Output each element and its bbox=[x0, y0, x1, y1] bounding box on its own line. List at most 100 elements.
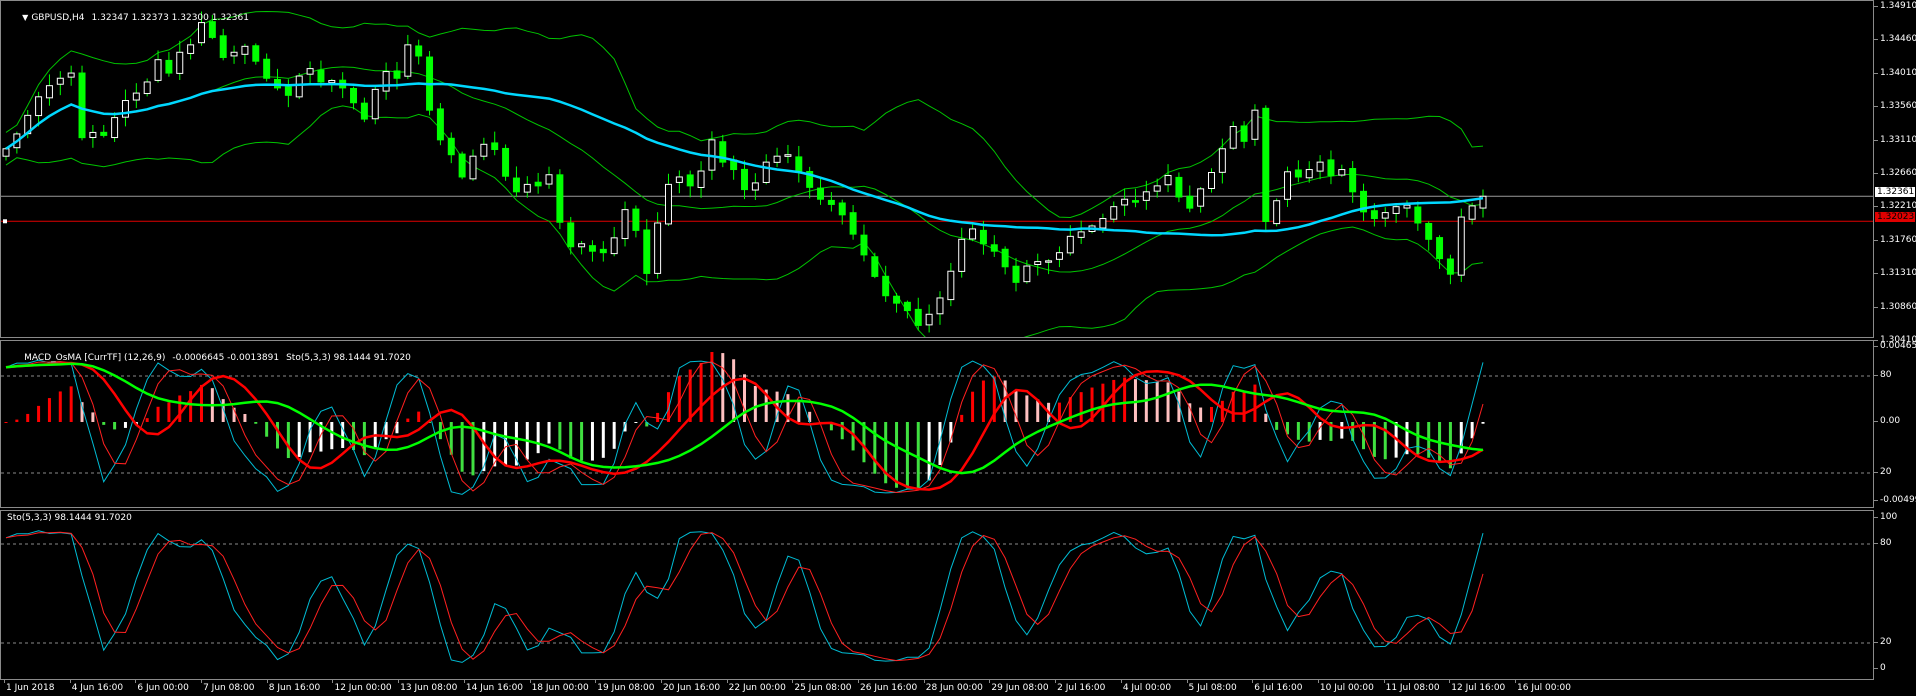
price-scale-tick bbox=[1874, 306, 1878, 308]
time-axis-tick bbox=[923, 680, 925, 683]
price-scale-tick bbox=[1874, 273, 1878, 275]
macd-scale[interactable]: 0.004650 80 0.00 20 -0.004992 bbox=[1874, 340, 1916, 508]
candle-body bbox=[328, 79, 336, 84]
osma-histogram-bar bbox=[26, 413, 30, 422]
time-axis-label: 22 Jun 00:00 bbox=[728, 683, 786, 693]
macd-scale-top: 0.004650 bbox=[1880, 341, 1916, 351]
osma-histogram-bar bbox=[102, 422, 106, 425]
time-axis-tick bbox=[858, 680, 860, 683]
candle-body bbox=[784, 154, 792, 157]
osma-histogram-bar bbox=[981, 380, 985, 422]
candle-body bbox=[936, 297, 944, 315]
stochastic-canvas[interactable] bbox=[1, 511, 1873, 679]
candle-body bbox=[360, 102, 368, 120]
osma-histogram-bar bbox=[1209, 406, 1213, 422]
candle-body bbox=[947, 270, 955, 301]
candle-body bbox=[849, 212, 857, 235]
candle-body bbox=[1208, 172, 1215, 190]
time-axis-tick bbox=[1055, 680, 1057, 683]
time-axis-tick bbox=[135, 680, 137, 683]
candle-body bbox=[654, 222, 662, 274]
candle-body bbox=[1110, 206, 1118, 220]
time-axis-label: 25 Jun 08:00 bbox=[794, 683, 852, 693]
candle-body bbox=[817, 187, 825, 200]
osma-histogram-bar bbox=[1242, 391, 1246, 422]
candle-body bbox=[697, 170, 705, 188]
time-axis-label: 18 Jun 00:00 bbox=[531, 683, 589, 693]
collapse-triangle-icon[interactable]: ▼ bbox=[22, 13, 28, 22]
osma-histogram-bar bbox=[1155, 381, 1159, 422]
osma-histogram-bar bbox=[504, 422, 508, 467]
macd-level-zero: 0.00 bbox=[1880, 416, 1901, 426]
candle-body bbox=[295, 75, 303, 98]
price-scale-tick bbox=[1874, 106, 1878, 108]
time-axis-label: 5 Jul 08:00 bbox=[1188, 683, 1237, 693]
candle-body bbox=[1164, 174, 1172, 186]
candle-body bbox=[643, 229, 651, 274]
candle-body bbox=[469, 155, 477, 180]
candle-body bbox=[686, 174, 694, 187]
candle-body bbox=[306, 68, 314, 75]
osma-histogram-bar bbox=[1318, 422, 1322, 440]
candle-body bbox=[100, 131, 108, 136]
price-chart-canvas[interactable] bbox=[1, 1, 1873, 337]
time-axis-tick bbox=[595, 680, 597, 683]
osma-histogram-bar bbox=[308, 422, 312, 453]
osma-histogram-bar bbox=[460, 422, 464, 472]
price-scale-label: 1.34460 bbox=[1880, 34, 1916, 45]
candle-body bbox=[1186, 195, 1194, 209]
candle-body bbox=[1338, 169, 1346, 176]
candle-body bbox=[78, 72, 86, 139]
osma-histogram-bar bbox=[15, 419, 19, 422]
price-scale-tick bbox=[1874, 6, 1878, 7]
candle-body bbox=[436, 108, 444, 141]
stochastic-pane[interactable]: Sto(5,3,3) 98.1444 91.7020 bbox=[0, 510, 1874, 680]
price-scale-label: 1.34010 bbox=[1880, 67, 1916, 78]
macd-osma-pane[interactable]: MACD_OsMA [CurrTF] (12,26,9) -0.0006645 -… bbox=[0, 340, 1874, 508]
candle-body bbox=[491, 142, 499, 151]
candle-body bbox=[1240, 125, 1248, 142]
candle-body bbox=[871, 256, 879, 277]
candle-body bbox=[1370, 210, 1378, 220]
candle-body bbox=[795, 156, 803, 174]
osma-histogram-bar bbox=[69, 386, 73, 422]
osma-histogram-bar bbox=[743, 374, 746, 422]
price-scale[interactable]: 1.34910 1.34460 1.34010 1.33560 1.33110 1.326… bbox=[1874, 0, 1916, 345]
candle-body bbox=[882, 275, 890, 297]
candle-body bbox=[89, 131, 97, 139]
osma-histogram-bar bbox=[1079, 392, 1083, 422]
alert-price-tag[interactable]: 1.32023 bbox=[1875, 212, 1915, 222]
osma-histogram-bar bbox=[1199, 407, 1203, 422]
candle-body bbox=[1218, 148, 1226, 173]
candle-body bbox=[1034, 261, 1042, 266]
osma-histogram-bar bbox=[406, 418, 410, 422]
time-axis-tick bbox=[1317, 680, 1319, 683]
time-axis-tick bbox=[792, 680, 794, 683]
osma-histogram-bar bbox=[590, 422, 594, 461]
candle-body bbox=[1327, 159, 1335, 176]
price-scale-label: 1.33110 bbox=[1880, 134, 1916, 145]
candle-body bbox=[447, 137, 455, 156]
candle-body bbox=[35, 96, 43, 117]
time-axis-label: 29 Jun 08:00 bbox=[991, 683, 1049, 693]
candle-body bbox=[176, 51, 184, 74]
price-chart-pane[interactable]: ▼ GBPUSD,H4 1.32347 1.32373 1.32300 1.3236… bbox=[0, 0, 1874, 338]
sto-level-80: 80 bbox=[1880, 538, 1892, 548]
candle-body bbox=[1142, 191, 1150, 201]
time-axis-label: 6 Jun 00:00 bbox=[137, 683, 189, 693]
stochastic-scale[interactable]: 100 80 20 0 bbox=[1874, 510, 1916, 680]
candle-body bbox=[903, 301, 911, 312]
candle-body bbox=[502, 147, 510, 177]
time-axis-tick bbox=[660, 680, 662, 683]
time-axis-label: 20 Jun 16:00 bbox=[662, 683, 721, 693]
time-axis-label: 16 Jul 00:00 bbox=[1517, 683, 1571, 693]
macd-name: MACD_OsMA [CurrTF] (12,26,9) bbox=[24, 353, 166, 363]
time-axis[interactable]: 1 Jun 2018 4 Jun 16:00 6 Jun 00:00 7 Jun 08… bbox=[0, 680, 1874, 696]
candle-body bbox=[1436, 237, 1444, 260]
time-axis-label: 7 Jun 08:00 bbox=[203, 683, 255, 693]
price-scale-label: 1.32660 bbox=[1880, 168, 1916, 178]
candle-body bbox=[458, 153, 466, 178]
time-axis-label: 12 Jul 16:00 bbox=[1451, 683, 1506, 693]
candle-body bbox=[1055, 252, 1063, 260]
osma-histogram-bar bbox=[47, 398, 51, 422]
